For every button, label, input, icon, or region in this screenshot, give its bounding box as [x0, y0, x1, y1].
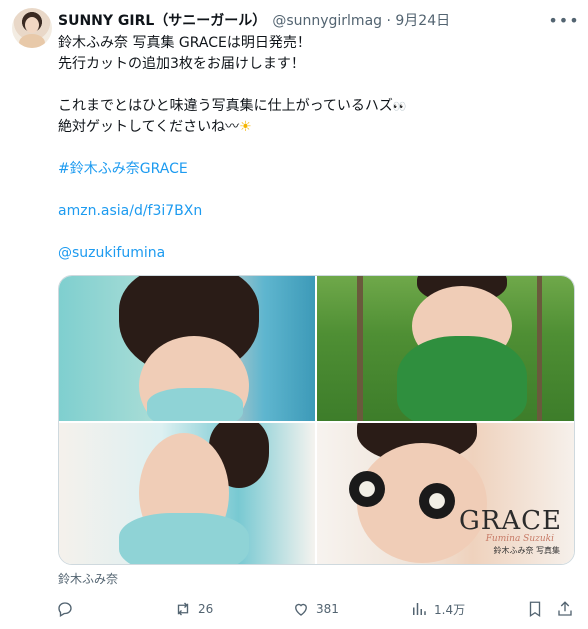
tweet-line-3: これまでとはひと味違う写真集に仕上がっているハズ👀 [58, 96, 568, 117]
tweet-header: SUNNY GIRL（サニーガール） @sunnygirlmag · 9月24日 [58, 10, 548, 30]
bookmark-button[interactable] [526, 597, 544, 621]
avatar[interactable] [12, 8, 52, 48]
media-grid: GRACE Fumina Suzuki 鈴木ふみ奈 写真集 [58, 275, 575, 565]
author-handle[interactable]: @sunnygirlmag · 9月24日 [272, 10, 450, 30]
avatar-body [19, 34, 45, 48]
media-caption[interactable]: 鈴木ふみ奈 [58, 570, 118, 587]
share-icon [558, 601, 572, 616]
tweet-spacer [58, 180, 568, 201]
avatar-face [25, 17, 39, 33]
tweet-spacer [58, 75, 568, 96]
more-options-icon[interactable]: ••• [548, 8, 578, 32]
tweet-text: 鈴木ふみ奈 写真集 GRACEは明日発売！ 先行カットの追加3枚をお届けします！… [58, 33, 568, 264]
views-chart-icon [413, 603, 426, 615]
tweet-line-4: 絶対ゲットしてくださいね〰☀ [58, 117, 568, 138]
tweet-line-3-text: これまでとはひと味違う写真集に仕上がっているハズ [58, 98, 393, 114]
tweet-spacer [58, 138, 568, 159]
photo-garment [397, 336, 527, 421]
tweet-line-2: 先行カットの追加3枚をお届けします！ [58, 56, 305, 72]
heart-icon [295, 603, 307, 616]
flower-decoration [349, 471, 385, 507]
photo-tree [357, 276, 363, 421]
author-name[interactable]: SUNNY GIRL（サニーガール） [58, 10, 266, 30]
tweet-spacer [58, 222, 568, 243]
sun-emoji-icon: ☀ [239, 119, 252, 135]
photo-tree [537, 276, 542, 421]
cover-title: GRACE [459, 506, 562, 536]
mention-link[interactable]: @suzukifumina [58, 243, 568, 264]
photo-3[interactable] [59, 423, 315, 564]
hashtag-link[interactable]: #鈴木ふみ奈GRACE [58, 159, 568, 180]
view-count: 1.4万 [434, 602, 466, 617]
tweet-line-1: 鈴木ふみ奈 写真集 GRACEは明日発売！ [58, 35, 311, 51]
photo-2[interactable] [317, 276, 574, 421]
like-count: 381 [316, 602, 339, 616]
retweet-icon [177, 602, 189, 616]
retweet-button[interactable]: 26 [174, 597, 213, 621]
action-bar: 26 381 1.4万 [56, 597, 586, 621]
views-button[interactable]: 1.4万 [410, 597, 465, 621]
flower-decoration [419, 483, 455, 519]
photo-garment [147, 388, 243, 421]
cover-subtitle: 鈴木ふみ奈 写真集 [493, 546, 560, 555]
photo-1[interactable] [59, 276, 315, 421]
url-link[interactable]: amzn.asia/d/f3i7BXn [58, 201, 568, 222]
eyes-emoji-icon: 👀 [392, 100, 407, 113]
photo-garment [119, 513, 249, 564]
tweet-line-4-text: 絶対ゲットしてくださいね〰 [58, 119, 240, 135]
share-button[interactable] [556, 597, 574, 621]
reply-button[interactable] [56, 597, 80, 621]
photo-4-cover[interactable]: GRACE Fumina Suzuki 鈴木ふみ奈 写真集 [317, 423, 574, 564]
like-button[interactable]: 381 [292, 597, 339, 621]
bookmark-icon [529, 601, 541, 618]
cover-signature: Fumina Suzuki [485, 534, 554, 544]
reply-icon [58, 602, 72, 617]
retweet-count: 26 [198, 602, 214, 616]
